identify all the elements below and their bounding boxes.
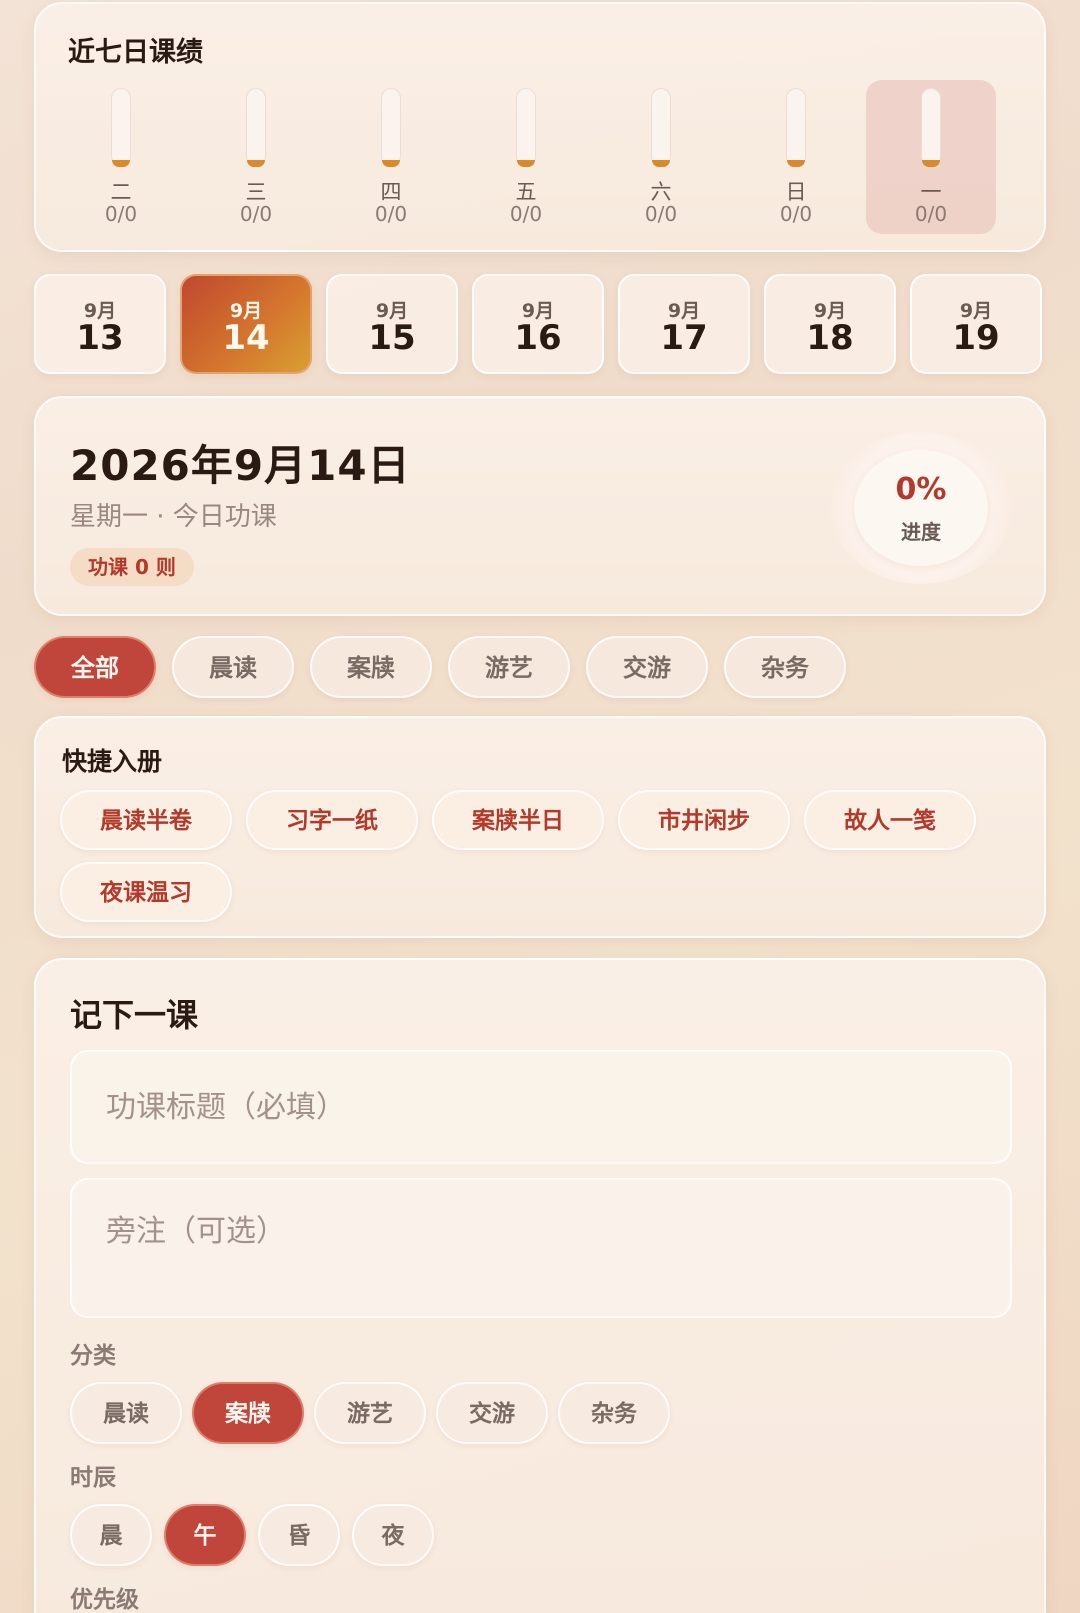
- progress-value: 0%: [895, 472, 947, 507]
- progress-tube-fill: [787, 160, 805, 167]
- category-section-label: 分类: [70, 1343, 116, 1369]
- date-day: 13: [76, 318, 124, 358]
- date-day: 15: [368, 318, 416, 358]
- date-cell-14-selected[interactable]: 9月 14: [180, 274, 312, 374]
- date-day: 18: [806, 318, 854, 358]
- quick-entry-title: 快捷入册: [62, 747, 163, 776]
- week-day-column[interactable]: 日 0/0: [731, 80, 861, 234]
- category-option[interactable]: 晨读: [70, 1382, 182, 1444]
- progress-label: 进度: [901, 520, 941, 544]
- week-day-count: 0/0: [644, 202, 678, 226]
- progress-tube: [381, 88, 401, 166]
- category-option-selected[interactable]: 案牍: [192, 1382, 304, 1444]
- quick-entry-chip[interactable]: 晨读半卷: [60, 790, 232, 850]
- week-day-count: 0/0: [104, 202, 138, 226]
- progress-ring-center: 0% 进度: [854, 450, 988, 566]
- task-title-input[interactable]: [70, 1050, 1012, 1164]
- quick-entry-chip[interactable]: 故人一笺: [804, 790, 976, 850]
- progress-tube-fill: [247, 160, 265, 167]
- progress-tube: [111, 88, 131, 166]
- week-day-column-today[interactable]: 一 0/0: [866, 80, 996, 234]
- progress-tube-fill: [382, 160, 400, 167]
- task-note-input[interactable]: [70, 1178, 1012, 1318]
- progress-tube: [786, 88, 806, 166]
- progress-tube-fill: [112, 160, 130, 167]
- date-day: 19: [952, 318, 1000, 358]
- task-count-badge: 功课 0 则: [70, 548, 194, 586]
- quick-entry-chip[interactable]: 习字一纸: [246, 790, 418, 850]
- week-day-count: 0/0: [779, 202, 813, 226]
- filter-tab-all[interactable]: 全部: [34, 636, 156, 698]
- filter-tab-paperwork[interactable]: 案牍: [310, 636, 432, 698]
- date-day: 14: [222, 318, 270, 358]
- today-subtitle: 星期一 · 今日功课: [70, 502, 277, 532]
- week-day-column[interactable]: 五 0/0: [461, 80, 591, 234]
- time-section-label: 时辰: [70, 1465, 116, 1491]
- progress-ring: 0% 进度: [830, 432, 1012, 584]
- week-day-column[interactable]: 二 0/0: [56, 80, 186, 234]
- progress-tube-fill: [517, 160, 535, 167]
- date-cell-16[interactable]: 9月 16: [472, 274, 604, 374]
- filter-tab-chores[interactable]: 杂务: [724, 636, 846, 698]
- progress-tube-fill: [652, 160, 670, 167]
- week-day-count: 0/0: [914, 202, 948, 226]
- progress-tube: [516, 88, 536, 166]
- progress-tube-fill: [922, 160, 940, 167]
- quick-entry-chip[interactable]: 案牍半日: [432, 790, 604, 850]
- category-option[interactable]: 杂务: [558, 1382, 670, 1444]
- time-option[interactable]: 晨: [70, 1504, 152, 1566]
- weekly-record-card: 近七日课绩 二 0/0 三 0/0 四 0/0 五 0/0 六 0/0 日 0/…: [34, 2, 1046, 252]
- filter-tab-leisure[interactable]: 游艺: [448, 636, 570, 698]
- filter-tab-social[interactable]: 交游: [586, 636, 708, 698]
- time-option[interactable]: 昏: [258, 1504, 340, 1566]
- week-day-column[interactable]: 四 0/0: [326, 80, 456, 234]
- date-cell-19[interactable]: 9月 19: [910, 274, 1042, 374]
- time-option-selected[interactable]: 午: [164, 1504, 246, 1566]
- week-day-count: 0/0: [509, 202, 543, 226]
- week-day-column[interactable]: 三 0/0: [191, 80, 321, 234]
- progress-tube: [651, 88, 671, 166]
- week-day-column[interactable]: 六 0/0: [596, 80, 726, 234]
- date-cell-18[interactable]: 9月 18: [764, 274, 896, 374]
- form-title: 记下一课: [70, 996, 199, 1034]
- today-date-heading: 2026年9月14日: [70, 441, 411, 490]
- new-task-form-card: 记下一课 分类 晨读 案牍 游艺 交游 杂务 时辰 晨 午 昏 夜 优先级: [34, 958, 1046, 1613]
- time-option[interactable]: 夜: [352, 1504, 434, 1566]
- filter-tab-morning-reading[interactable]: 晨读: [172, 636, 294, 698]
- quick-entry-chip[interactable]: 市井闲步: [618, 790, 790, 850]
- category-option[interactable]: 交游: [436, 1382, 548, 1444]
- quick-entry-card: 快捷入册 晨读半卷 习字一纸 案牍半日 市井闲步 故人一笺 夜课温习: [34, 716, 1046, 938]
- week-day-count: 0/0: [239, 202, 273, 226]
- today-summary-card: 2026年9月14日 星期一 · 今日功课 功课 0 则 0% 进度: [34, 396, 1046, 616]
- date-cell-15[interactable]: 9月 15: [326, 274, 458, 374]
- date-cell-13[interactable]: 9月 13: [34, 274, 166, 374]
- progress-tube: [921, 88, 941, 166]
- date-day: 17: [660, 318, 708, 358]
- date-cell-17[interactable]: 9月 17: [618, 274, 750, 374]
- weekly-record-title: 近七日课绩: [68, 37, 203, 68]
- quick-entry-chip[interactable]: 夜课温习: [60, 862, 232, 922]
- priority-section-label: 优先级: [70, 1587, 139, 1613]
- week-day-count: 0/0: [374, 202, 408, 226]
- progress-tube: [246, 88, 266, 166]
- date-day: 16: [514, 318, 562, 358]
- category-option[interactable]: 游艺: [314, 1382, 426, 1444]
